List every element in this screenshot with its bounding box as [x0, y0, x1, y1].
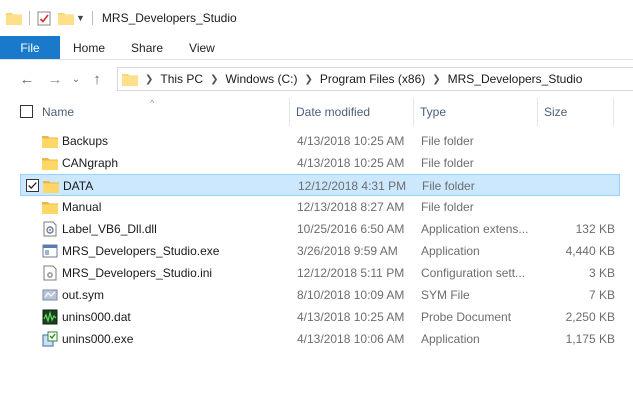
file-name: out.sym — [62, 288, 105, 302]
file-size: 7 KB — [588, 288, 615, 302]
file-type: SYM File — [421, 288, 470, 302]
column-date-modified[interactable]: Date modified — [290, 98, 414, 126]
file-size — [545, 152, 615, 174]
file-name: MRS_Developers_Studio.exe — [62, 244, 220, 258]
file-type: File folder — [421, 134, 474, 148]
file-row-mrs-developers-studio-ini[interactable]: MRS_Developers_Studio.ini 12/12/2018 5:11… — [20, 262, 620, 284]
tab-share[interactable]: Share — [118, 36, 176, 59]
breadcrumb-program-files[interactable]: Program Files (x86) — [320, 72, 425, 86]
folder-icon — [42, 155, 58, 171]
tab-home[interactable]: Home — [60, 36, 118, 59]
column-header: ^ Name Date modified Type Size — [0, 98, 633, 126]
toolbar-separator — [29, 11, 30, 25]
properties-icon[interactable] — [37, 11, 52, 26]
column-name[interactable]: Name — [36, 98, 290, 126]
file-type: Application extens... — [421, 222, 529, 236]
file-date-modified: 12/13/2018 8:27 AM — [297, 200, 405, 214]
folder-icon — [42, 199, 58, 215]
ribbon-tabs: File Home Share View — [0, 36, 633, 60]
file-name: unins000.dat — [62, 310, 131, 324]
column-size[interactable]: Size — [538, 98, 614, 126]
file-size — [545, 130, 615, 152]
file-row-data[interactable]: DATA 12/12/2018 4:31 PM File folder — [20, 174, 620, 196]
breadcrumb-this-pc[interactable]: This PC — [160, 72, 203, 86]
file-row-unins000-exe[interactable]: unins000.exe 4/13/2018 10:06 AM Applicatio… — [20, 328, 620, 350]
file-row-out-sym[interactable]: out.sym 8/10/2018 10:09 AM SYM File 7 KB — [20, 284, 620, 306]
up-arrow-icon[interactable]: ↑ — [86, 67, 108, 91]
file-name: Label_VB6_Dll.dll — [62, 222, 157, 236]
window-title: MRS_Developers_Studio — [101, 11, 237, 25]
breadcrumb-windows-c[interactable]: Windows (C:) — [225, 72, 297, 86]
address-bar[interactable]: ❯ This PC ❯ Windows (C:) ❯ Program Files… — [117, 67, 633, 91]
app-icon — [42, 243, 58, 259]
file-date-modified: 4/13/2018 10:06 AM — [297, 332, 405, 346]
file-size: 3 KB — [588, 266, 615, 280]
quick-access-dropdown-icon[interactable]: ▼ — [76, 13, 85, 23]
navigation-bar: ← → ⌄ ↑ ❯ This PC ❯ Windows (C:) ❯ Progr… — [0, 62, 633, 96]
file-type: Configuration sett... — [421, 266, 526, 280]
row-checkbox[interactable] — [26, 179, 39, 192]
file-row-backups[interactable]: Backups 4/13/2018 10:25 AM File folder — [20, 130, 620, 152]
file-name: DATA — [63, 179, 94, 193]
file-size: 132 KB — [575, 222, 615, 236]
file-size: 4,440 KB — [565, 244, 615, 258]
breadcrumb-current-folder[interactable]: MRS_Developers_Studio — [448, 72, 583, 86]
file-type: Application — [421, 332, 480, 346]
folder-icon — [6, 13, 22, 25]
file-size: 2,250 KB — [565, 310, 615, 324]
file-type: Application — [421, 244, 480, 258]
ini-file-icon — [42, 265, 58, 281]
file-date-modified: 8/10/2018 10:09 AM — [297, 288, 405, 302]
tab-file[interactable]: File — [0, 36, 60, 59]
new-folder-icon[interactable] — [58, 11, 74, 25]
folder-icon — [122, 74, 138, 86]
file-type: Probe Document — [421, 310, 512, 324]
file-row-mrs-developers-studio-exe[interactable]: MRS_Developers_Studio.exe 3/26/2018 9:59 … — [20, 240, 620, 262]
file-date-modified: 12/12/2018 4:31 PM — [298, 179, 407, 193]
forward-arrow-icon[interactable]: → — [44, 67, 66, 91]
file-date-modified: 10/25/2016 6:50 AM — [297, 222, 405, 236]
file-row-unins000-dat[interactable]: unins000.dat 4/13/2018 10:25 AM Probe Docu… — [20, 306, 620, 328]
column-type[interactable]: Type — [414, 98, 538, 126]
file-row-manual[interactable]: Manual 12/13/2018 8:27 AM File folder — [20, 196, 620, 218]
file-name: unins000.exe — [62, 332, 134, 346]
file-size — [546, 175, 616, 197]
select-all-checkbox[interactable] — [20, 105, 33, 118]
file-date-modified: 4/13/2018 10:25 AM — [297, 134, 405, 148]
chevron-right-icon[interactable]: ❯ — [210, 74, 218, 85]
dll-file-icon — [42, 221, 58, 237]
folder-icon — [43, 178, 59, 194]
file-date-modified: 12/12/2018 5:11 PM — [297, 266, 405, 280]
sym-file-icon — [42, 287, 58, 303]
file-row-label-vb6-dll-dll[interactable]: Label_VB6_Dll.dll 10/25/2016 6:50 AM Appli… — [20, 218, 620, 240]
recent-locations-chevron-icon[interactable]: ⌄ — [68, 67, 84, 91]
file-name: CANgraph — [62, 156, 119, 170]
toolbar-separator — [91, 11, 93, 25]
file-size: 1,175 KB — [565, 332, 615, 346]
chevron-right-icon[interactable]: ❯ — [145, 74, 153, 85]
file-date-modified: 4/13/2018 10:25 AM — [297, 156, 405, 170]
file-type: File folder — [421, 156, 474, 170]
file-size — [545, 196, 615, 218]
tab-view[interactable]: View — [176, 36, 228, 59]
file-name: MRS_Developers_Studio.ini — [62, 266, 213, 280]
title-bar: ▼ MRS_Developers_Studio — [0, 0, 633, 36]
probe-document-icon — [42, 309, 58, 325]
file-date-modified: 4/13/2018 10:25 AM — [297, 310, 405, 324]
file-name: Backups — [62, 134, 109, 148]
file-row-cangraph[interactable]: CANgraph 4/13/2018 10:25 AM File folder — [20, 152, 620, 174]
file-type: File folder — [422, 179, 475, 193]
chevron-right-icon[interactable]: ❯ — [304, 74, 312, 85]
chevron-right-icon[interactable]: ❯ — [432, 74, 440, 85]
installer-icon — [42, 331, 58, 347]
back-arrow-icon[interactable]: ← — [16, 67, 38, 91]
file-type: File folder — [421, 200, 474, 214]
file-name: Manual — [62, 200, 102, 214]
folder-icon — [42, 133, 58, 149]
file-date-modified: 3/26/2018 9:59 AM — [297, 244, 398, 258]
